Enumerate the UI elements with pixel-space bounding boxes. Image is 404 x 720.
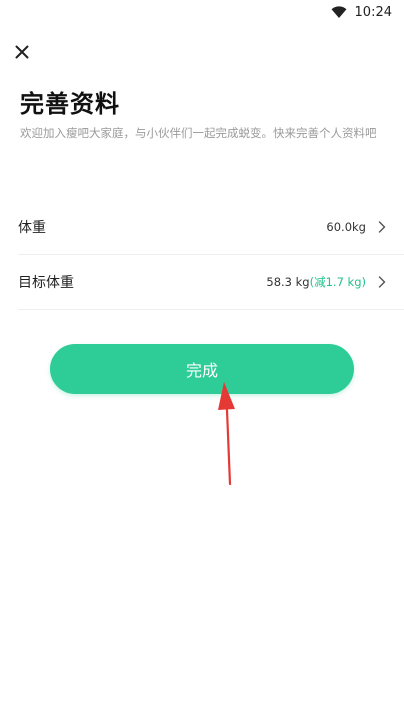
weight-label: 体重: [18, 220, 46, 236]
profile-field-list: 体重 60.0kg 目标体重 58.3 kg(减1.7 kg): [0, 200, 404, 310]
target-weight-row[interactable]: 目标体重 58.3 kg(减1.7 kg): [0, 255, 404, 309]
weight-value: 60.0kg: [326, 220, 366, 234]
page-subtitle: 欢迎加入瘦吧大家庭，与小伙伴们一起完成蜕变。快来完善个人资料吧: [20, 126, 377, 140]
target-weight-value: 58.3 kg: [266, 275, 310, 289]
screen: 10:24 完善资料 欢迎加入瘦吧大家庭，与小伙伴们一起完成蜕变。快来完善个人资…: [0, 0, 404, 720]
status-bar: 10:24: [0, 0, 404, 24]
weight-delta: (减1.7 kg): [309, 275, 366, 289]
divider: [18, 309, 404, 310]
chevron-right-icon: [378, 276, 386, 288]
target-weight-value-group: 58.3 kg(减1.7 kg): [266, 274, 366, 290]
target-weight-label: 目标体重: [18, 275, 74, 291]
close-icon: [15, 45, 29, 59]
done-button[interactable]: 完成: [50, 344, 354, 394]
chevron-right-icon: [378, 221, 386, 233]
page-title: 完善资料: [20, 90, 120, 118]
status-time: 10:24: [354, 4, 392, 20]
wifi-icon: [331, 6, 347, 18]
annotation-arrow: [218, 382, 235, 486]
close-button[interactable]: [10, 40, 34, 64]
weight-row[interactable]: 体重 60.0kg: [0, 200, 404, 254]
